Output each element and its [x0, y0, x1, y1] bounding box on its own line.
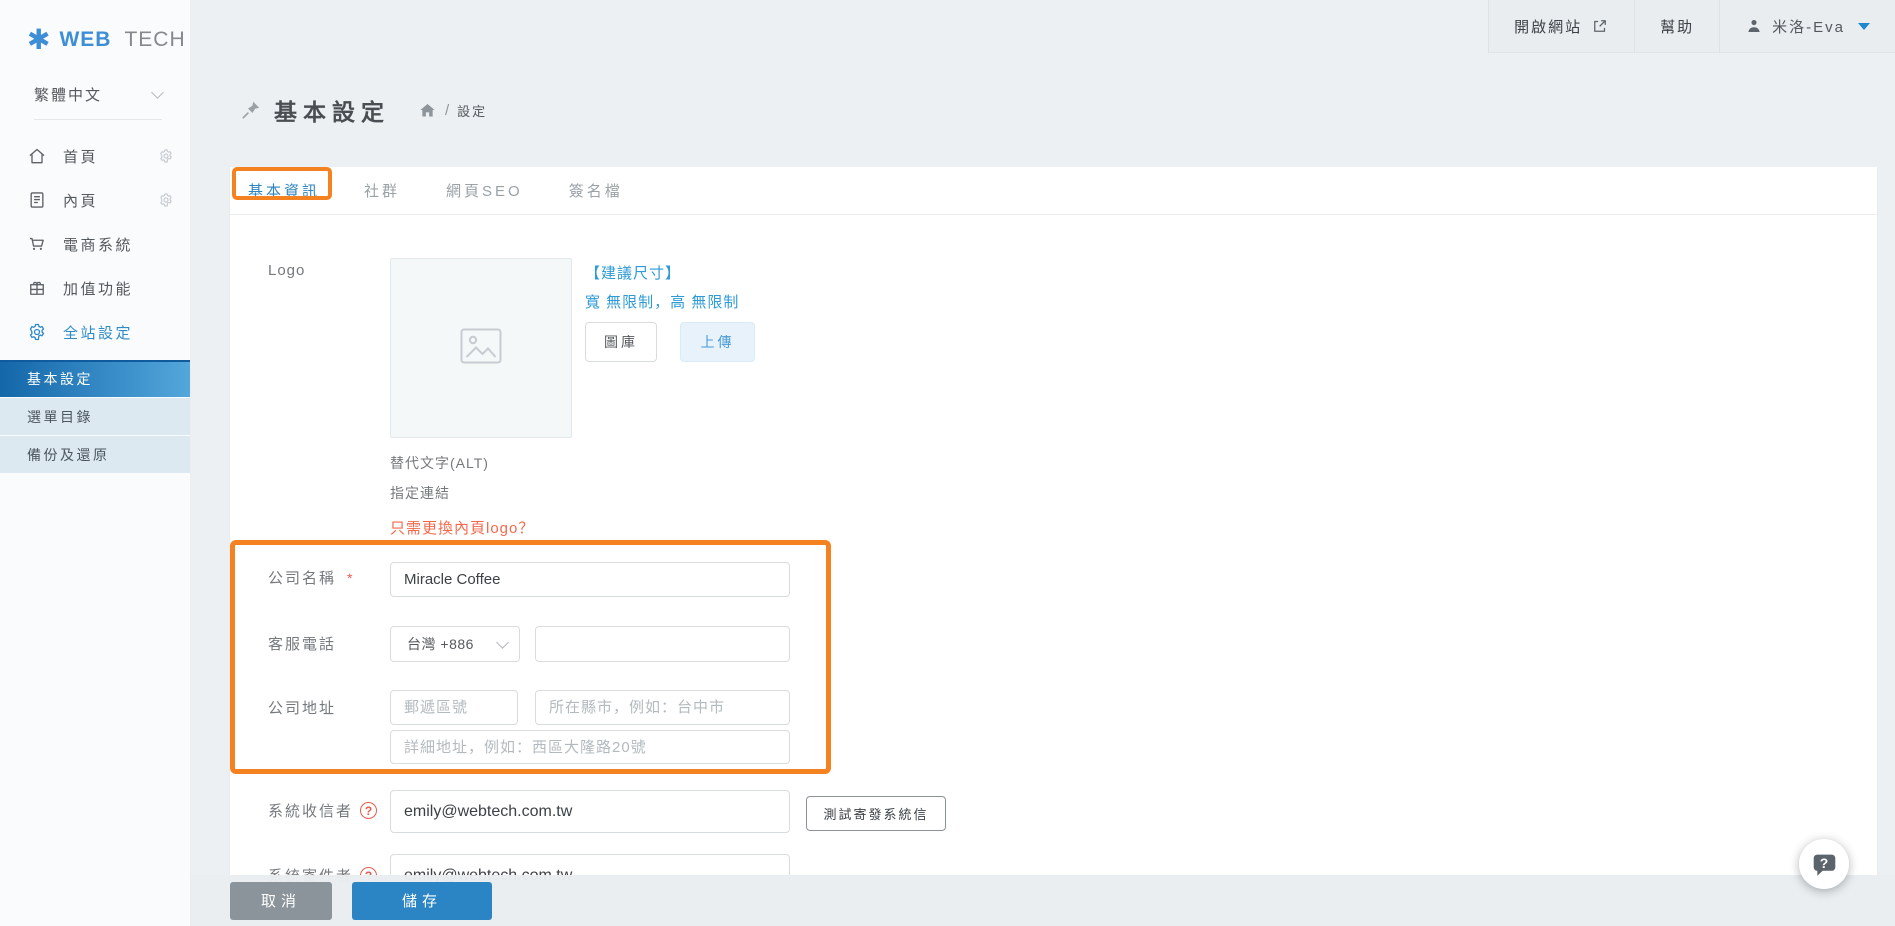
- logo-field-label: Logo: [268, 262, 306, 279]
- sidebar-item-ecommerce[interactable]: 電商系統: [0, 222, 190, 266]
- top-header: 開啟網站 幫助 米洛-Eva: [191, 0, 1895, 53]
- question-circle-icon[interactable]: ?: [360, 802, 378, 819]
- open-site-label: 開啟網站: [1514, 18, 1583, 36]
- submenu-item-menu-directory[interactable]: 選單目錄: [0, 398, 190, 435]
- language-selector[interactable]: 繁體中文: [34, 84, 164, 120]
- main-area: 開啟網站 幫助 米洛-Eva 基本設定 / 設定 基本資訊 社群 網頁SEO 簽…: [191, 0, 1895, 926]
- tab-signature[interactable]: 簽名檔: [569, 180, 623, 201]
- system-receiver-label: 系統收信者 ?: [268, 800, 378, 821]
- gear-icon[interactable]: [158, 148, 174, 164]
- detail-address-input[interactable]: [390, 730, 790, 764]
- service-phone-label: 客服電話: [268, 636, 337, 653]
- gift-icon: [27, 278, 47, 298]
- tab-bar: 基本資訊 社群 網頁SEO 簽名檔: [230, 167, 1877, 215]
- country-code-select[interactable]: 台灣 +886: [390, 626, 520, 662]
- company-address-label: 公司地址: [268, 700, 337, 717]
- external-link-icon: [1591, 17, 1609, 35]
- sidebar-menu: 首頁 內頁 電商系統 加值功能 全站設定: [0, 134, 190, 354]
- company-name-label: 公司名稱 *: [268, 569, 355, 588]
- home-icon: [27, 146, 47, 166]
- brand-logo[interactable]: ✱ WEB TECH: [0, 0, 190, 54]
- content-card: 基本資訊 社群 網頁SEO 簽名檔 Logo 【建議尺寸】 寬 無限制，高 無限…: [230, 167, 1877, 926]
- phone-number-input[interactable]: [535, 626, 790, 662]
- city-input[interactable]: [535, 690, 790, 725]
- suggest-size-text: 寬 無限制，高 無限制: [585, 294, 740, 311]
- breadcrumb-separator: /: [445, 101, 450, 119]
- page-icon: [27, 190, 47, 210]
- suggest-size-title: 【建議尺寸】: [585, 265, 682, 282]
- breadcrumb-item[interactable]: 設定: [457, 101, 487, 120]
- sidebar-item-label: 電商系統: [63, 236, 134, 254]
- help-button[interactable]: 幫助: [1634, 0, 1720, 53]
- company-name-input[interactable]: [390, 562, 790, 597]
- image-placeholder-icon: [460, 328, 502, 368]
- sidebar-item-label: 加值功能: [63, 280, 134, 298]
- tab-seo[interactable]: 網頁SEO: [446, 180, 523, 201]
- caret-down-icon: [1858, 22, 1870, 30]
- country-code-value: 台灣 +886: [407, 636, 474, 652]
- help-fab-button[interactable]: ?: [1799, 839, 1849, 889]
- gear-icon[interactable]: [158, 192, 174, 208]
- page-title-row: 基本設定 / 設定: [191, 53, 1895, 167]
- sidebar-item-site-settings[interactable]: 全站設定: [0, 310, 190, 354]
- brand-name-primary: WEB: [59, 28, 112, 51]
- chat-bubble-icon: ?: [1811, 851, 1838, 878]
- tab-social[interactable]: 社群: [364, 180, 400, 201]
- system-receiver-input[interactable]: [390, 790, 790, 833]
- brand-asterisk-icon: ✱: [27, 24, 51, 55]
- cancel-button[interactable]: 取消: [230, 881, 332, 920]
- pushpin-icon: [240, 99, 262, 121]
- gear-icon: [27, 322, 47, 342]
- sidebar-item-addons[interactable]: 加值功能: [0, 266, 190, 310]
- submenu-item-backup-restore[interactable]: 備份及還原: [0, 436, 190, 473]
- sidebar-item-label: 全站設定: [63, 324, 134, 342]
- required-asterisk: *: [347, 569, 355, 586]
- brand-name-secondary: TECH: [124, 28, 186, 51]
- assign-link-label: 指定連結: [390, 485, 450, 501]
- action-footer: 取消 儲存: [191, 875, 1895, 926]
- zip-code-input[interactable]: [390, 690, 518, 725]
- save-button[interactable]: 儲存: [352, 881, 492, 920]
- person-icon: [1745, 17, 1763, 35]
- chevron-down-icon: [496, 635, 509, 649]
- language-label: 繁體中文: [34, 87, 103, 104]
- open-site-button[interactable]: 開啟網站: [1488, 0, 1635, 53]
- logo-upload-dropzone[interactable]: [390, 258, 572, 438]
- sidebar-item-label: 內頁: [63, 192, 99, 210]
- page-title: 基本設定: [274, 99, 390, 125]
- sidebar-item-home[interactable]: 首頁: [0, 134, 190, 178]
- home-icon[interactable]: [418, 101, 437, 120]
- help-label: 幫助: [1660, 18, 1695, 36]
- chevron-down-icon: [151, 86, 164, 99]
- change-inner-logo-link[interactable]: 只需更換內頁logo？: [390, 517, 534, 538]
- user-menu[interactable]: 米洛-Eva: [1719, 0, 1895, 53]
- submenu-item-basic-settings[interactable]: 基本設定: [0, 360, 190, 397]
- tab-basic-info[interactable]: 基本資訊: [232, 180, 336, 201]
- basic-settings-form: Logo 【建議尺寸】 寬 無限制，高 無限制 圖庫 上傳 替代文字(ALT) …: [230, 215, 1877, 926]
- user-name: 米洛-Eva: [1772, 18, 1845, 36]
- question-glyph: ?: [1819, 854, 1829, 871]
- sidebar: ✱ WEB TECH 繁體中文 首頁 內頁 電商系統 加值功能 全站設定 基本設…: [0, 0, 191, 926]
- upload-button[interactable]: 上傳: [680, 322, 755, 362]
- gallery-button[interactable]: 圖庫: [585, 322, 657, 362]
- alt-text-label: 替代文字(ALT): [390, 455, 489, 471]
- sidebar-item-label: 首頁: [63, 148, 99, 166]
- breadcrumb: / 設定: [418, 101, 487, 120]
- test-send-button[interactable]: 測試寄發系統信: [806, 796, 946, 831]
- sidebar-item-pages[interactable]: 內頁: [0, 178, 190, 222]
- sidebar-submenu: 基本設定 選單目錄 備份及還原: [0, 360, 190, 473]
- cart-icon: [27, 234, 47, 254]
